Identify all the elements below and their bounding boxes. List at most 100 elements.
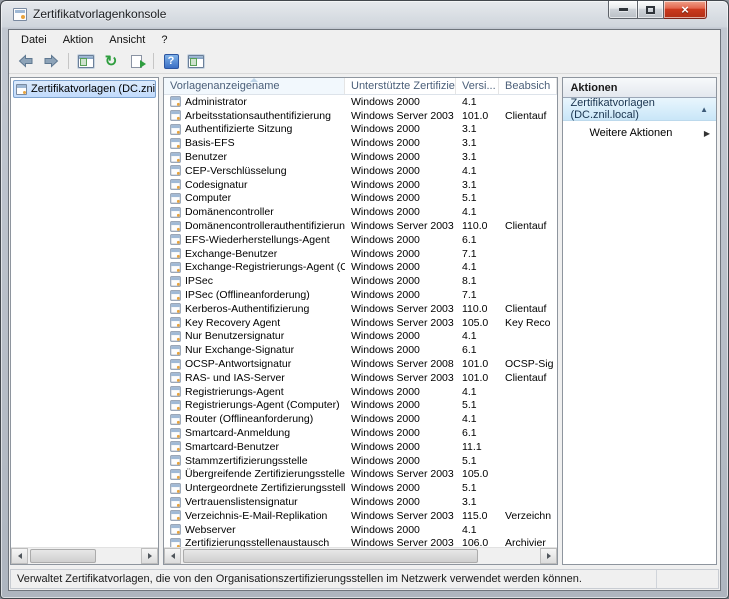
table-row[interactable]: CodesignaturWindows 20003.1 bbox=[164, 178, 557, 192]
template-version: 8.1 bbox=[456, 275, 499, 287]
scroll-right-button[interactable] bbox=[540, 548, 557, 564]
table-row[interactable]: Smartcard-AnmeldungWindows 20006.1 bbox=[164, 426, 557, 440]
table-row[interactable]: Übergreifende ZertifizierungsstelleWindo… bbox=[164, 468, 557, 482]
template-name: Vertrauenslistensignatur bbox=[185, 496, 298, 508]
supported-ca: Windows 2000 bbox=[345, 96, 456, 108]
template-version: 7.1 bbox=[456, 248, 499, 260]
table-row[interactable]: CEP-VerschlüsselungWindows 20004.1 bbox=[164, 164, 557, 178]
template-name: Arbeitsstationsauthentifizierung bbox=[185, 110, 331, 122]
menu-aktion[interactable]: Aktion bbox=[55, 32, 102, 48]
table-row[interactable]: Registrierungs-Agent (Computer)Windows 2… bbox=[164, 399, 557, 413]
table-row[interactable]: ZertifizierungsstellenaustauschWindows S… bbox=[164, 537, 557, 548]
table-row[interactable]: Authentifizierte SitzungWindows 20003.1 bbox=[164, 123, 557, 137]
table-row[interactable]: WebserverWindows 20004.1 bbox=[164, 523, 557, 537]
certificate-template-icon bbox=[170, 221, 180, 231]
scroll-right-button[interactable] bbox=[141, 548, 158, 564]
tree-horizontal-scrollbar[interactable] bbox=[11, 547, 158, 564]
table-row[interactable]: Key Recovery AgentWindows Server 2003 En… bbox=[164, 316, 557, 330]
show-console-tree-button[interactable] bbox=[75, 51, 97, 71]
table-row[interactable]: Registrierungs-AgentWindows 20004.1 bbox=[164, 385, 557, 399]
actions-item-weitere-aktionen[interactable]: Weitere Aktionen ▶ bbox=[563, 121, 716, 145]
forward-button[interactable] bbox=[40, 51, 62, 71]
list-horizontal-scrollbar[interactable] bbox=[164, 547, 557, 564]
supported-ca: Windows 2000 bbox=[345, 344, 456, 356]
column-header-unterstuetzte-zertifizierungsstellen[interactable]: Unterstützte Zertifizieru... bbox=[345, 78, 456, 94]
certificate-template-icon bbox=[170, 428, 180, 438]
table-row[interactable]: Exchange-Registrierungs-Agent (Offlinea.… bbox=[164, 261, 557, 275]
intended-purpose: Clientauf bbox=[499, 110, 557, 122]
table-row[interactable]: VertrauenslistensignaturWindows 20003.1 bbox=[164, 495, 557, 509]
template-version: 7.1 bbox=[456, 289, 499, 301]
tree-item-zertifikatvorlagen[interactable]: Zertifikatvorlagen (DC.znil.local) bbox=[13, 80, 156, 98]
table-row[interactable]: Router (Offlineanforderung)Windows 20004… bbox=[164, 412, 557, 426]
template-name: OCSP-Antwortsignatur bbox=[185, 358, 291, 370]
template-name: Key Recovery Agent bbox=[185, 317, 280, 329]
certificate-template-icon bbox=[170, 469, 180, 479]
certificate-template-icon bbox=[170, 138, 180, 148]
template-name: Exchange-Registrierungs-Agent (Offlinea.… bbox=[185, 261, 345, 273]
table-row[interactable]: Basis-EFSWindows 20003.1 bbox=[164, 136, 557, 150]
column-header-version[interactable]: Versi... bbox=[456, 78, 499, 94]
title-bar[interactable]: Zertifikatvorlagenkonsole × bbox=[1, 1, 728, 29]
table-row[interactable]: BenutzerWindows 20003.1 bbox=[164, 150, 557, 164]
scrollbar-track[interactable] bbox=[28, 548, 141, 564]
template-version: 105.0 bbox=[456, 317, 499, 329]
template-name: Registrierungs-Agent bbox=[185, 386, 284, 398]
table-row[interactable]: AdministratorWindows 20004.1 bbox=[164, 95, 557, 109]
supported-ca: Windows Server 2003 En... bbox=[345, 110, 456, 122]
template-name: Registrierungs-Agent (Computer) bbox=[185, 399, 340, 411]
table-row[interactable]: Kerberos-AuthentifizierungWindows Server… bbox=[164, 302, 557, 316]
toolbar-separator bbox=[68, 53, 69, 69]
table-row[interactable]: RAS- und IAS-ServerWindows Server 2003 E… bbox=[164, 371, 557, 385]
scroll-left-button[interactable] bbox=[164, 548, 181, 564]
table-row[interactable]: DomänencontrollerWindows 20004.1 bbox=[164, 205, 557, 219]
menu-ansicht[interactable]: Ansicht bbox=[101, 32, 153, 48]
table-row[interactable]: IPSec (Offlineanforderung)Windows 20007.… bbox=[164, 288, 557, 302]
maximize-button[interactable] bbox=[637, 1, 664, 19]
supported-ca: Windows 2000 bbox=[345, 248, 456, 260]
status-text: Verwaltet Zertifikatvorlagen, die von de… bbox=[11, 573, 656, 585]
table-row[interactable]: OCSP-Antwortsignatur Windows Server 2008 … bbox=[164, 357, 557, 371]
supported-ca: Windows 2000 bbox=[345, 192, 456, 204]
table-row[interactable]: Arbeitsstationsauthentifizierung Windows … bbox=[164, 109, 557, 123]
help-button[interactable]: ? bbox=[160, 51, 182, 71]
scrollbar-track[interactable] bbox=[181, 548, 540, 564]
supported-ca: Windows Server 2008 En... bbox=[345, 358, 456, 370]
template-name: CEP-Verschlüsselung bbox=[185, 165, 287, 177]
supported-ca: Windows 2000 bbox=[345, 151, 456, 163]
close-button[interactable]: × bbox=[664, 1, 707, 19]
refresh-button[interactable]: ↻ bbox=[100, 51, 122, 71]
table-row[interactable]: Smartcard-BenutzerWindows 200011.1 bbox=[164, 440, 557, 454]
show-action-pane-button[interactable] bbox=[185, 51, 207, 71]
scrollbar-thumb[interactable] bbox=[183, 549, 478, 563]
back-icon bbox=[18, 54, 34, 68]
certificate-template-icon bbox=[170, 345, 180, 355]
table-row[interactable]: ComputerWindows 20005.1 bbox=[164, 192, 557, 206]
intended-purpose: Clientauf bbox=[499, 220, 557, 232]
certificate-template-icon bbox=[170, 179, 180, 189]
table-row[interactable]: IPSecWindows 20008.1 bbox=[164, 274, 557, 288]
table-row[interactable]: Exchange-BenutzerWindows 20007.1 bbox=[164, 247, 557, 261]
column-header-beabsichtigte-zwecke[interactable]: Beabsich bbox=[499, 78, 557, 94]
console-tree-pane: Zertifikatvorlagen (DC.znil.local) bbox=[10, 77, 159, 565]
supported-ca: Windows Server 2003 En... bbox=[345, 537, 456, 547]
table-row[interactable]: Nur BenutzersignaturWindows 20004.1 bbox=[164, 330, 557, 344]
table-row[interactable]: DomänencontrollerauthentifizierungWindow… bbox=[164, 219, 557, 233]
scroll-left-button[interactable] bbox=[11, 548, 28, 564]
template-version: 11.1 bbox=[456, 441, 499, 453]
scrollbar-thumb[interactable] bbox=[30, 549, 96, 563]
menu-datei[interactable]: Datei bbox=[13, 32, 55, 48]
column-header-vorlagenanzeigename[interactable]: Vorlagenanzeigename bbox=[164, 78, 345, 94]
table-row[interactable]: StammzertifizierungsstelleWindows 20005.… bbox=[164, 454, 557, 468]
minimize-button[interactable] bbox=[608, 1, 637, 19]
actions-group-header[interactable]: Zertifikatvorlagen (DC.znil.local) ▲ bbox=[563, 98, 716, 121]
back-button[interactable] bbox=[15, 51, 37, 71]
menu-hilfe[interactable]: ? bbox=[153, 32, 175, 48]
table-row[interactable]: Untergeordnete ZertifizierungsstelleWind… bbox=[164, 481, 557, 495]
table-row[interactable]: Verzeichnis-E-Mail-ReplikationWindows Se… bbox=[164, 509, 557, 523]
status-bar-cell bbox=[656, 570, 718, 588]
export-list-button[interactable] bbox=[125, 51, 147, 71]
table-row[interactable]: Nur Exchange-SignaturWindows 20006.1 bbox=[164, 343, 557, 357]
collapse-icon[interactable]: ▲ bbox=[700, 105, 708, 114]
table-row[interactable]: EFS-Wiederherstellungs-AgentWindows 2000… bbox=[164, 233, 557, 247]
